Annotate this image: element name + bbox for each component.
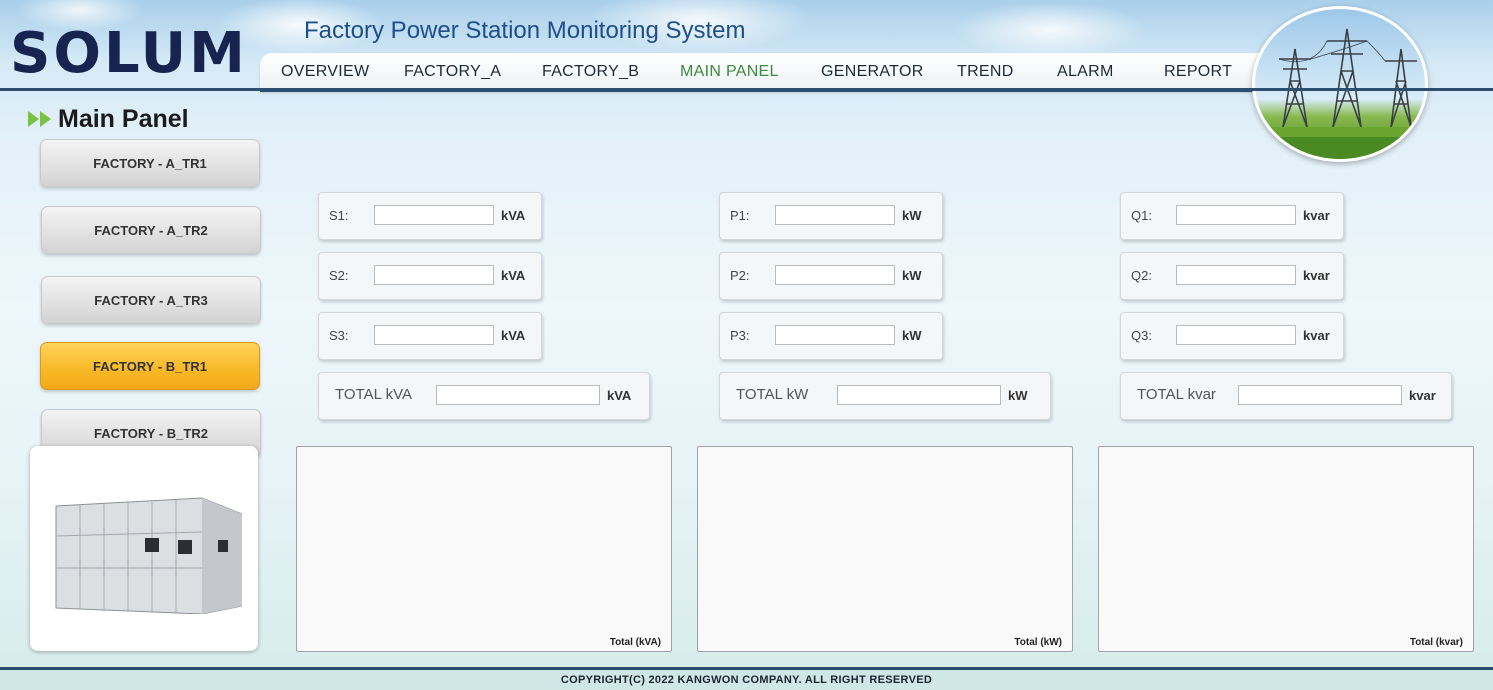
p1-input[interactable] (775, 205, 895, 225)
header-divider (0, 88, 1493, 91)
field-card-q1: Q1: kvar (1120, 192, 1344, 240)
field-card-q2: Q2: kvar (1120, 252, 1344, 300)
chart-caption-kva: Total (kVA) (609, 637, 661, 648)
field-card-s1: S1: kVA (318, 192, 542, 240)
section-title-text: Main Panel (58, 105, 189, 133)
tr-button-factory-b-tr1[interactable]: FACTORY - B_TR1 (40, 342, 260, 390)
chart-caption-kvar: Total (kvar) (1409, 637, 1463, 648)
nav-factory-a[interactable]: FACTORY_A (404, 63, 501, 81)
nav-main-panel[interactable]: MAIN PANEL (680, 63, 779, 81)
p1-unit: kW (902, 208, 922, 223)
panel-photo (30, 446, 258, 651)
q3-label: Q3: (1131, 328, 1152, 343)
chart-total-kvar: Total (kvar) (1098, 446, 1474, 652)
s1-unit: kVA (501, 208, 526, 223)
field-card-s2: S2: kVA (318, 252, 542, 300)
total-kvar-card: TOTAL kvar kvar (1120, 372, 1452, 420)
q1-input[interactable] (1176, 205, 1296, 225)
field-card-p3: P3: kW (719, 312, 943, 360)
p2-unit: kW (902, 268, 922, 283)
s2-input[interactable] (374, 265, 494, 285)
tr-button-factory-a-tr3[interactable]: FACTORY - A_TR3 (41, 276, 261, 324)
total-kva-card: TOTAL kVA kVA (318, 372, 650, 420)
p3-unit: kW (902, 328, 922, 343)
nav-generator[interactable]: GENERATOR (821, 63, 924, 81)
solum-logo: SOLUM (10, 21, 248, 86)
q3-input[interactable] (1176, 325, 1296, 345)
field-card-s3: S3: kVA (318, 312, 542, 360)
q3-unit: kvar (1303, 328, 1330, 343)
chart-total-kw: Total (kW) (697, 446, 1073, 652)
total-kva-label: TOTAL kVA (335, 386, 412, 403)
s3-label: S3: (329, 328, 349, 343)
s3-unit: kVA (501, 328, 526, 343)
switchgear-cabinet-image (55, 497, 242, 614)
field-card-p1: P1: kW (719, 192, 943, 240)
app-title: Factory Power Station Monitoring System (304, 17, 746, 44)
total-kva-input[interactable] (436, 385, 600, 405)
chart-total-kva: Total (kVA) (296, 446, 672, 652)
total-kva-unit: kVA (607, 388, 632, 403)
p2-input[interactable] (775, 265, 895, 285)
total-kw-unit: kW (1008, 388, 1028, 403)
nav-overview[interactable]: OVERVIEW (281, 63, 369, 81)
q2-input[interactable] (1176, 265, 1296, 285)
tr-button-factory-a-tr1[interactable]: FACTORY - A_TR1 (40, 139, 260, 187)
p1-label: P1: (730, 208, 750, 223)
double-arrow-icon (28, 111, 51, 127)
field-card-q3: Q3: kvar (1120, 312, 1344, 360)
total-kw-label: TOTAL kW (736, 386, 809, 403)
p2-label: P2: (730, 268, 750, 283)
p3-label: P3: (730, 328, 750, 343)
nav-trend[interactable]: TREND (957, 63, 1014, 81)
s1-input[interactable] (374, 205, 494, 225)
tr-button-factory-a-tr2[interactable]: FACTORY - A_TR2 (41, 206, 261, 254)
q1-label: Q1: (1131, 208, 1152, 223)
main-nav: OVERVIEW FACTORY_A FACTORY_B MAIN PANEL … (260, 53, 1260, 92)
field-card-p2: P2: kW (719, 252, 943, 300)
s1-label: S1: (329, 208, 349, 223)
s3-input[interactable] (374, 325, 494, 345)
q2-unit: kvar (1303, 268, 1330, 283)
nav-alarm[interactable]: ALARM (1057, 63, 1114, 81)
total-kvar-input[interactable] (1238, 385, 1402, 405)
p3-input[interactable] (775, 325, 895, 345)
total-kvar-unit: kvar (1409, 388, 1436, 403)
s2-label: S2: (329, 268, 349, 283)
total-kw-card: TOTAL kW kW (719, 372, 1051, 420)
q1-unit: kvar (1303, 208, 1330, 223)
nav-factory-b[interactable]: FACTORY_B (542, 63, 639, 81)
chart-caption-kw: Total (kW) (1014, 637, 1062, 648)
total-kvar-label: TOTAL kvar (1137, 386, 1216, 403)
nav-report[interactable]: REPORT (1164, 63, 1232, 81)
s2-unit: kVA (501, 268, 526, 283)
q2-label: Q2: (1131, 268, 1152, 283)
power-tower-image (1252, 6, 1428, 162)
total-kw-input[interactable] (837, 385, 1001, 405)
copyright-text: COPYRIGHT(C) 2022 KANGWON COMPANY. ALL R… (560, 674, 933, 686)
